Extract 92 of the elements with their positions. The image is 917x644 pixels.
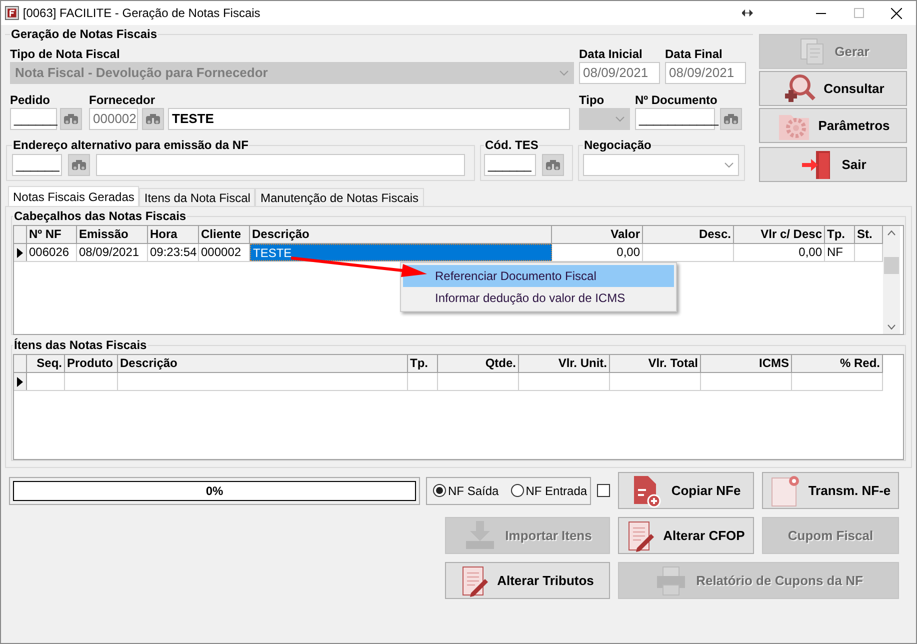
table-cell: 0,00	[552, 244, 643, 261]
action-button[interactable]: Copiar NFe	[618, 472, 754, 509]
column-header: Seq.	[27, 355, 65, 372]
group-title: Ítens das Notas Fiscais	[13, 337, 148, 354]
file-plus-icon	[631, 474, 664, 508]
input-field[interactable]: 000002	[89, 108, 138, 130]
table-cell: NF	[825, 244, 855, 261]
dropdown[interactable]	[583, 154, 739, 176]
column-header: Tp.	[825, 226, 855, 243]
column-header: Emissão	[77, 226, 148, 243]
input-field[interactable]: 08/09/2021	[579, 62, 660, 84]
tab[interactable]: Manutenção de Notas Fiscais	[255, 188, 424, 206]
binoculars-icon	[71, 159, 87, 171]
action-button[interactable]: Alterar Tributos	[445, 562, 610, 599]
row-pointer-icon	[17, 376, 23, 386]
table-cell: 006026	[27, 244, 77, 261]
app-logo-icon	[5, 5, 19, 21]
column-header: Descrição	[118, 355, 408, 372]
group-title: Geração de Notas Fiscais	[10, 26, 158, 43]
edit-document-icon	[461, 564, 490, 596]
column-header: Desc.	[643, 226, 734, 243]
binoculars-icon	[723, 113, 739, 125]
column-header: Tp.	[408, 355, 438, 372]
field-label: Tipo de Nota Fiscal	[10, 46, 121, 62]
close-icon	[891, 8, 902, 18]
side-button[interactable]: Consultar	[759, 71, 907, 106]
column-header: Nº NF	[27, 226, 77, 243]
action-button[interactable]: Transm. NF-e	[762, 472, 899, 509]
radio-button[interactable]: NF Saída	[433, 482, 499, 500]
column-header: Vlr c/ Desc	[734, 226, 825, 243]
input-field[interactable]: ______	[10, 108, 57, 130]
field-label: Data Inicial	[579, 46, 644, 62]
column-header: Qtde.	[438, 355, 519, 372]
maximize-icon	[854, 8, 864, 18]
column-header: Hora	[148, 226, 199, 243]
scroll-down-icon[interactable]	[887, 324, 896, 330]
column-header: Descrição	[250, 226, 552, 243]
chevron-down-icon	[559, 70, 569, 76]
input-field[interactable]: 08/09/2021	[665, 62, 746, 84]
chevron-down-icon	[615, 116, 625, 122]
table-cell: 08/09/2021	[77, 244, 148, 261]
resize-icon	[742, 9, 753, 17]
lookup-button[interactable]	[68, 154, 90, 176]
group-title: Cód. TES	[484, 137, 540, 154]
table-cell: 0,00	[734, 244, 825, 261]
input-field[interactable]: ______	[484, 154, 536, 176]
menu-item[interactable]: Referenciar Documento Fiscal	[403, 265, 674, 287]
input-field[interactable]: TESTE	[168, 108, 570, 130]
column-header: ICMS	[701, 355, 792, 372]
side-button[interactable]: Parâmetros	[759, 108, 907, 143]
binoculars-icon	[145, 113, 161, 125]
column-header: Vlr. Unit.	[519, 355, 610, 372]
lookup-button[interactable]	[142, 108, 164, 130]
input-field[interactable]	[96, 154, 465, 176]
menu-item[interactable]: Informar dedução do valor de ICMS	[403, 287, 674, 309]
field-label: Data Final	[665, 46, 724, 62]
binoculars-icon	[545, 159, 561, 171]
column-header: Valor	[552, 226, 643, 243]
lookup-button[interactable]	[60, 108, 82, 130]
scrollbar[interactable]	[883, 226, 900, 334]
column-header: Vlr. Total	[610, 355, 701, 372]
document-icon	[770, 474, 800, 506]
checkbox[interactable]	[597, 484, 610, 497]
action-button[interactable]: Alterar CFOP	[618, 517, 754, 554]
lookup-button[interactable]	[542, 154, 564, 176]
input-field[interactable]: ______	[12, 154, 62, 176]
edit-document-icon	[627, 520, 656, 552]
chevron-down-icon	[724, 162, 734, 168]
scroll-up-icon[interactable]	[887, 230, 896, 236]
column-header: Produto	[65, 355, 118, 372]
table-cell: TESTE	[250, 244, 552, 261]
progress-reading: 0%	[204, 482, 224, 500]
field-label: Fornecedor	[89, 92, 156, 108]
field-label: Pedido	[10, 92, 52, 108]
field-label: Nº Documento	[635, 92, 718, 108]
minimize-icon	[816, 12, 826, 14]
group-title: Endereço alternativo para emissão da NF	[12, 137, 250, 154]
group-title: Negociação	[583, 137, 652, 154]
binoculars-icon	[63, 113, 79, 125]
window-title: [0063] FACILITE - Geração de Notas Fiscais	[22, 5, 260, 22]
scroll-thumb[interactable]	[884, 256, 899, 274]
table-cell: 09:23:54	[148, 244, 199, 261]
column-header: Cliente	[199, 226, 250, 243]
group-title: Cabeçalhos das Notas Fiscais	[13, 208, 188, 225]
tab[interactable]: Itens da Nota Fiscal	[139, 188, 256, 206]
field-label: Tipo	[579, 92, 606, 108]
radio-button[interactable]: NF Entrada	[510, 482, 588, 500]
column-header: % Red.	[792, 355, 883, 372]
row-pointer-icon	[17, 248, 23, 258]
side-button[interactable]: Sair	[759, 147, 907, 182]
tab[interactable]: Notas Fiscais Geradas	[8, 186, 140, 206]
lookup-button[interactable]	[720, 108, 742, 130]
